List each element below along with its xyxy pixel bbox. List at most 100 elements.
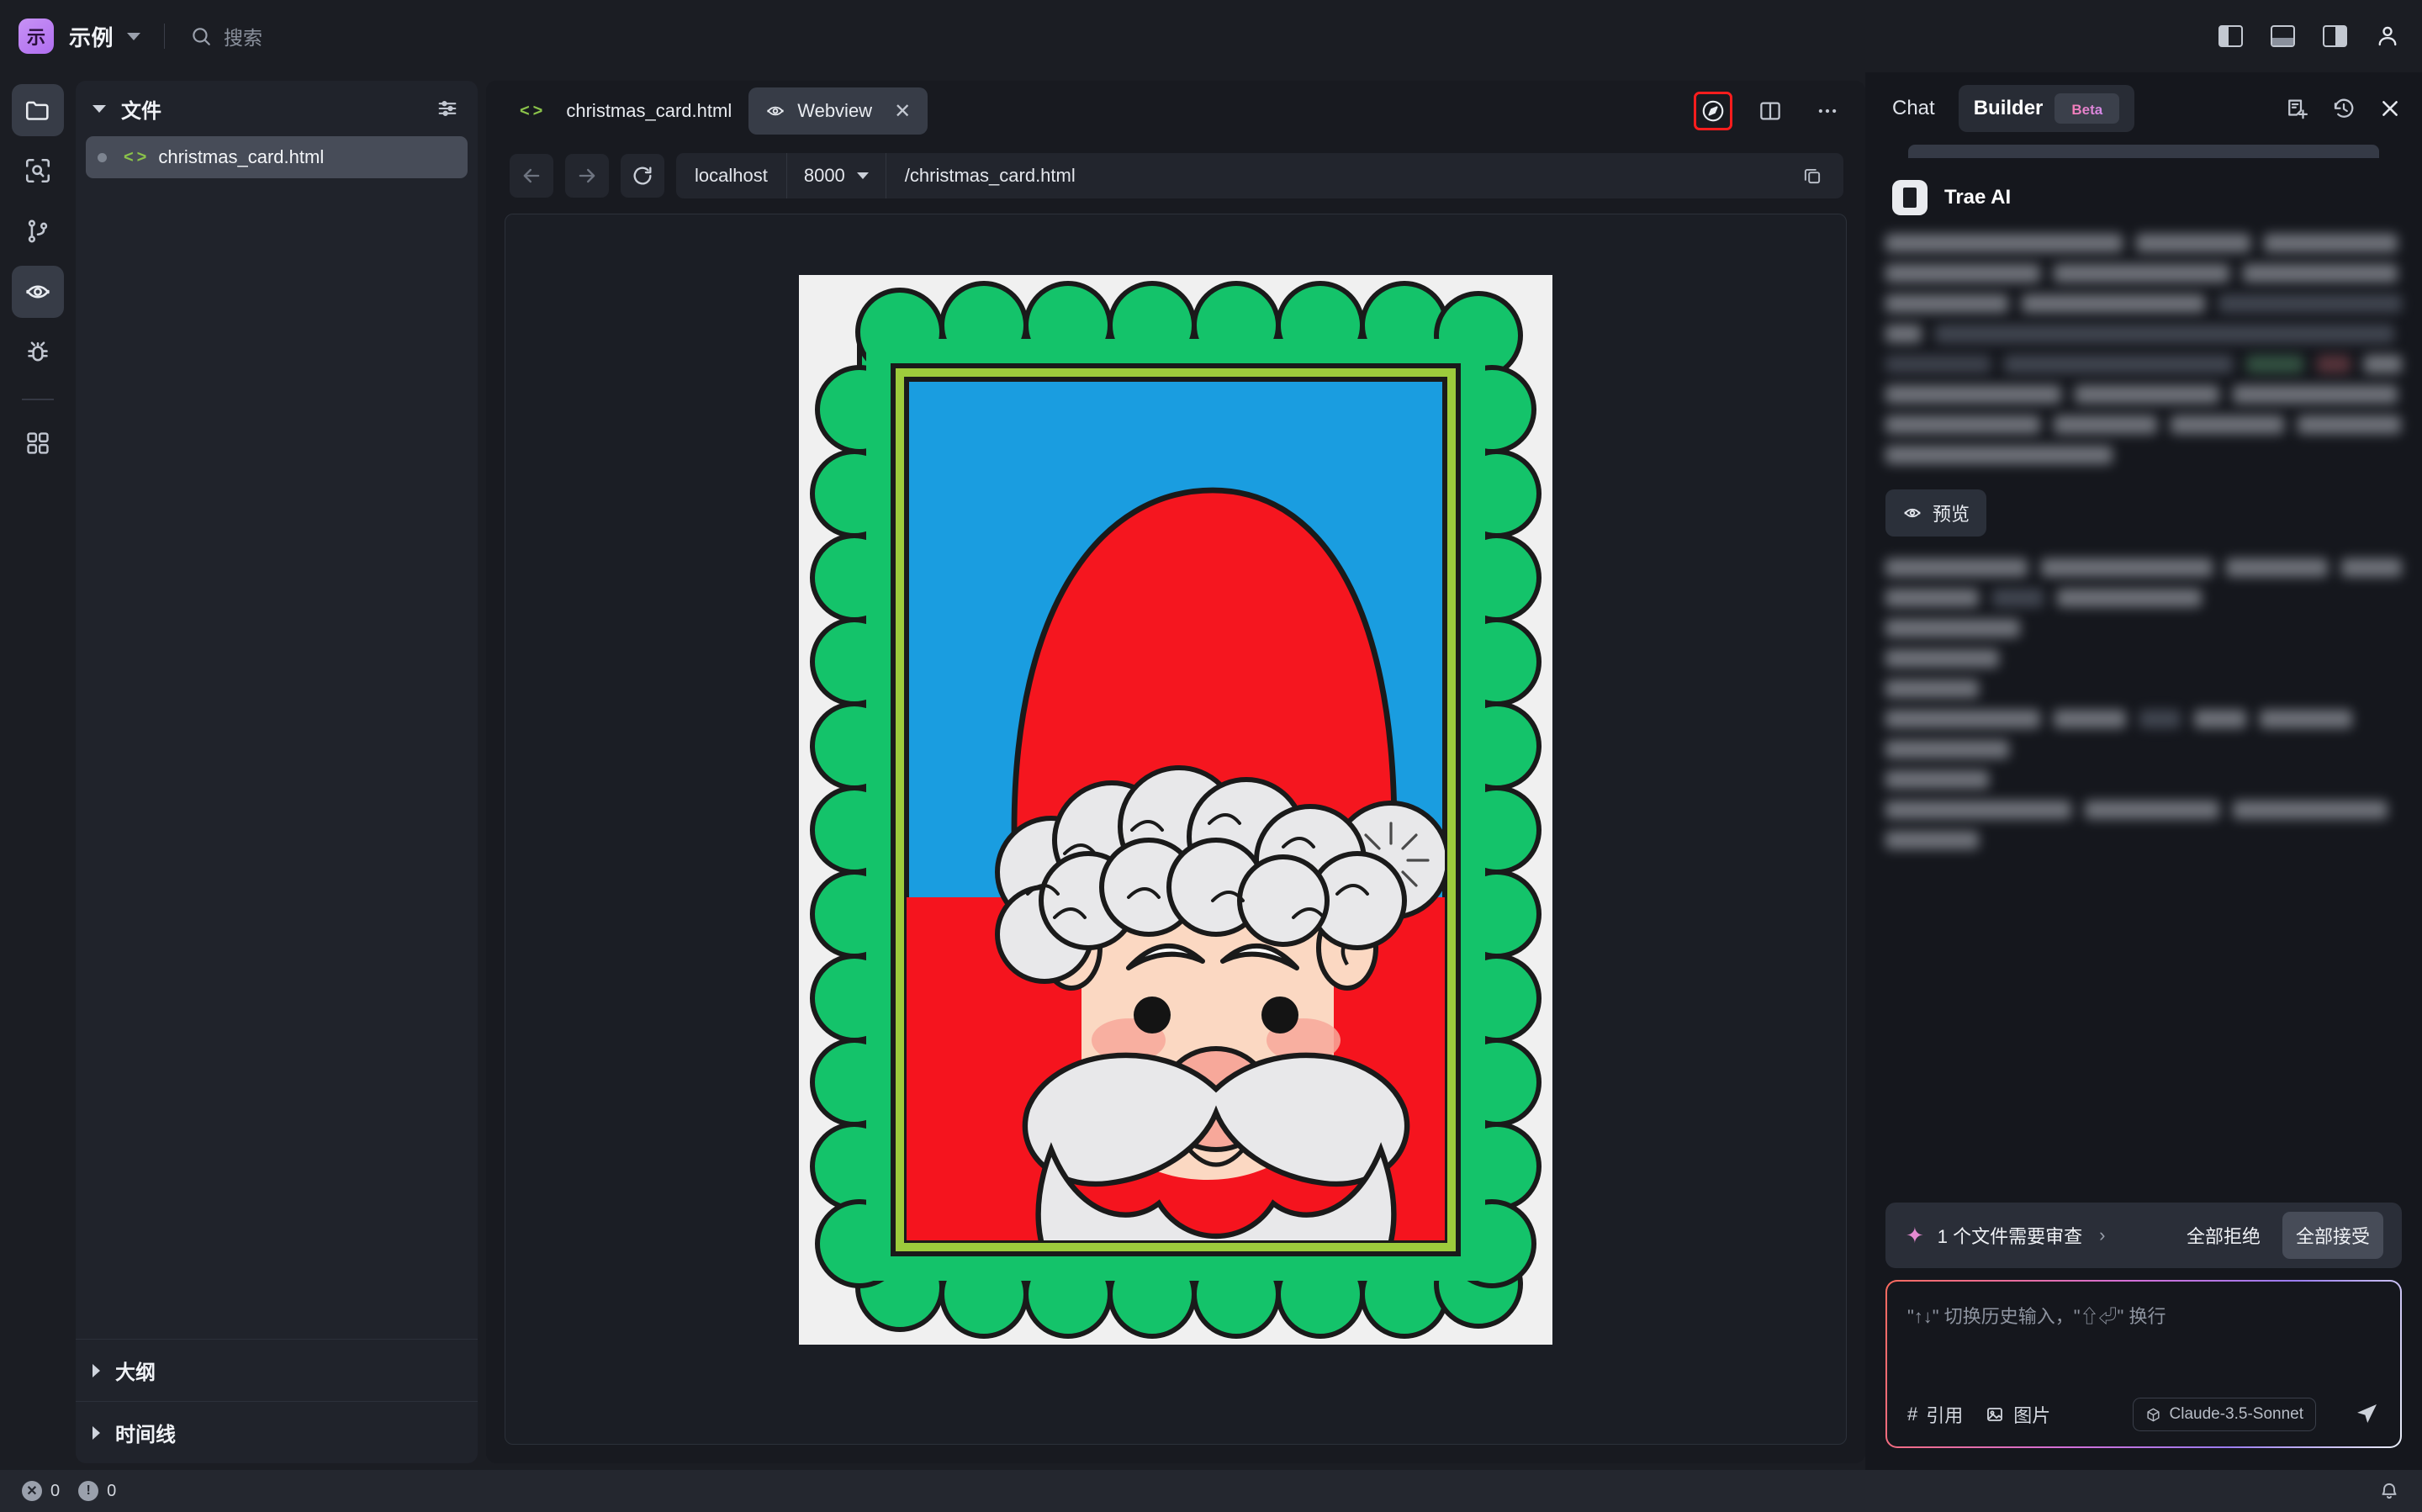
tab-webview[interactable]: Webview ✕ [748,87,928,135]
composer-container: "↑↓" 切换历史输入，"⇧⏎" 换行 # 引用 图片 Claude-3.5-S… [1885,1280,2402,1448]
close-icon[interactable]: ✕ [894,99,911,124]
sparkle-icon: ✦ [1906,1222,1924,1248]
back-button[interactable] [510,154,553,198]
preview-button[interactable]: 预览 [1885,489,1987,537]
bug-icon [28,341,48,362]
port-select[interactable]: 8000 [787,165,886,187]
reload-button[interactable] [621,154,664,198]
error-count-value: 0 [50,1481,61,1500]
sidebar-item-source-control[interactable] [12,205,64,257]
explorer-section-timeline[interactable]: 时间线 [76,1401,478,1463]
filter-sliders-icon [438,101,457,116]
model-selector[interactable]: Claude-3.5-Sonnet [2132,1398,2316,1431]
code-brackets-icon: < > [124,147,147,167]
divider [22,399,54,400]
error-circle-icon: ✕ [22,1481,42,1501]
redacted-message-body-2 [1885,558,2402,849]
composer-placeholder: "↑↓" 切换历史输入，"⇧⏎" 换行 [1907,1306,2166,1327]
error-count[interactable]: ✕ 0 [22,1481,60,1501]
browser-toolbar: localhost 8000 /christmas_card.html [486,141,1865,210]
title-bar: 示 示例 搜索 [0,0,2422,72]
file-tree: < > christmas_card.html [76,136,478,1339]
sidebar-item-explorer[interactable] [12,84,64,136]
more-actions-button[interactable] [1808,92,1847,130]
chat-panel: Chat Builder Beta Trae AI 预览 ✦ 1 个文件需要审查… [1865,72,2422,1470]
chevron-right-icon[interactable]: › [2099,1224,2105,1246]
divider [164,24,166,49]
explorer-title: 文件 [121,99,161,123]
close-icon[interactable] [2378,97,2402,120]
arrow-right-icon [579,168,595,183]
explorer-section-outline[interactable]: 大纲 [76,1339,478,1401]
tab-christmas-card-html[interactable]: < > christmas_card.html [503,87,748,135]
eye-icon [26,285,50,299]
forward-button[interactable] [565,154,609,198]
accept-all-button[interactable]: 全部接受 [2282,1212,2383,1259]
chevron-down-icon[interactable] [93,104,106,113]
composer[interactable]: "↑↓" 切换历史输入，"⇧⏎" 换行 # 引用 图片 Claude-3.5-S… [1887,1282,2400,1446]
tab-label: Webview [797,100,873,121]
activity-bar [0,72,76,1470]
chevron-down-icon [856,172,869,179]
path-field[interactable]: /christmas_card.html [886,165,1781,187]
eye-icon [767,106,784,116]
sidebar-item-extensions[interactable] [12,417,64,469]
address-bar[interactable]: localhost 8000 /christmas_card.html [676,153,1843,198]
previous-message-clipped [1908,145,2379,158]
image-label: 图片 [2013,1405,2051,1426]
tab-chat[interactable]: Chat [1889,97,1938,120]
open-in-browser-button[interactable] [1694,92,1732,130]
grid-icon [27,432,49,454]
copy-icon [1804,168,1821,184]
account-icon[interactable] [2375,24,2400,49]
copy-url-button[interactable] [1781,165,1843,187]
toggle-bottom-panel-icon[interactable] [2271,25,2295,47]
git-branch-icon [28,219,48,243]
reload-icon [633,167,652,185]
section-label: 时间线 [115,1424,176,1446]
split-editor-button[interactable] [1751,92,1790,130]
search-box[interactable]: 搜索 [190,22,262,50]
review-text: 1 个文件需要审查 [1937,1226,2083,1247]
chevron-right-icon [93,1363,100,1377]
sidebar-item-webview[interactable] [12,266,64,318]
history-icon[interactable] [2331,96,2356,121]
sidebar-item-debug[interactable] [12,326,64,378]
search-scan-icon [25,158,50,183]
host-field[interactable]: localhost [676,165,786,187]
reference-label: 引用 [1926,1405,1964,1426]
explorer-filter-button[interactable] [436,97,459,120]
warning-count[interactable]: ! 0 [78,1481,116,1501]
warning-count-value: 0 [107,1481,117,1500]
editor-tab-bar: < > christmas_card.html Webview ✕ [486,81,1865,141]
chat-message-list[interactable]: Trae AI 预览 [1865,145,2422,1203]
model-name: Claude-3.5-Sonnet [2169,1405,2304,1423]
image-icon [1987,1408,2003,1421]
folder-icon [25,101,49,120]
explorer-header: 文件 [76,81,478,136]
section-label: 大纲 [115,1361,156,1384]
chevron-down-icon[interactable] [127,32,141,40]
hand-drawn-santa-svg [799,275,1552,1345]
project-name[interactable]: 示例 [69,21,114,52]
toggle-right-panel-icon[interactable] [2323,25,2347,47]
chevron-right-icon [93,1425,100,1440]
image-button[interactable]: 图片 [1985,1401,2050,1428]
bell-icon[interactable] [2378,1480,2400,1502]
code-brackets-icon: < > [520,101,543,120]
review-bar[interactable]: ✦ 1 个文件需要审查 › 全部拒绝 全部接受 [1885,1203,2402,1268]
reject-all-button[interactable]: 全部拒绝 [2173,1212,2274,1259]
reference-button[interactable]: # 引用 [1907,1401,1963,1428]
sidebar-item-search[interactable] [12,145,64,197]
beta-badge: Beta [2054,93,2120,124]
new-chat-icon[interactable] [2284,96,2309,121]
ellipsis-icon [1818,108,1837,114]
christmas-card-artwork [799,275,1552,1345]
split-columns-icon [1760,102,1780,120]
send-button[interactable] [2353,1401,2380,1428]
project-logo: 示 [19,19,54,54]
chat-header: Chat Builder Beta [1865,72,2422,145]
toggle-left-panel-icon[interactable] [2218,25,2243,47]
tab-builder[interactable]: Builder Beta [1958,85,2135,132]
file-tree-item[interactable]: < > christmas_card.html [86,136,468,178]
